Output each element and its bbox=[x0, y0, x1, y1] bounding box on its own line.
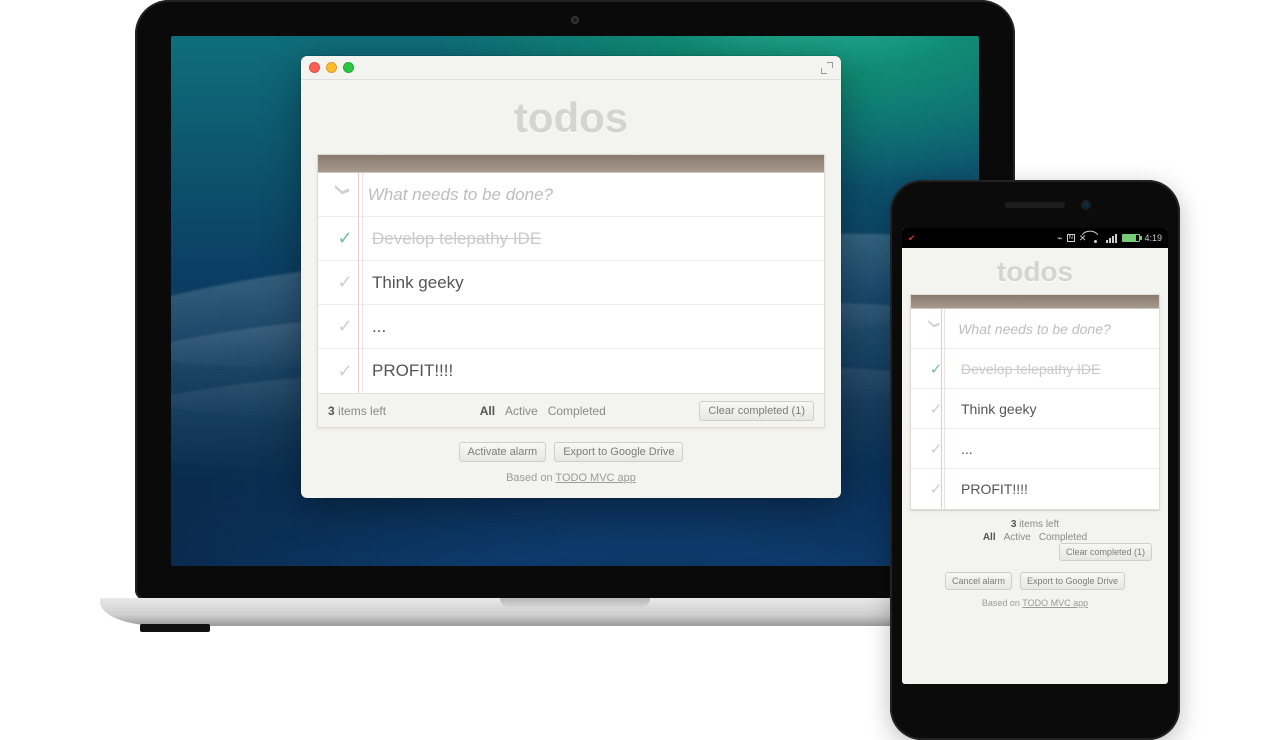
todo-sheet: ❯ What needs to be done? ✓ Develop telep… bbox=[910, 294, 1160, 510]
carrier-check-icon: ✔ bbox=[908, 233, 916, 244]
clear-completed-button[interactable]: Clear completed (1) bbox=[1059, 543, 1152, 561]
phone-screen: ✔ ⌁ N ✕ 4:19 todos ❯ What needs to be do… bbox=[902, 228, 1168, 684]
todo-item[interactable]: ✓ Develop telepathy IDE bbox=[318, 217, 824, 261]
phone-speaker bbox=[1005, 202, 1065, 208]
credit-link[interactable]: TODO MVC app bbox=[1022, 598, 1088, 608]
wifi-icon bbox=[1090, 233, 1102, 243]
filter-group: All Active Completed bbox=[918, 532, 1152, 543]
battery-icon bbox=[1122, 234, 1140, 242]
mac-app-window: todos ❯ What needs to be done? ✓ Develop… bbox=[301, 56, 841, 498]
laptop-camera bbox=[571, 16, 579, 24]
todo-sheet-footer: 3 items left All Active Completed Clear … bbox=[318, 393, 824, 427]
new-todo-input[interactable]: ❯ What needs to be done? bbox=[318, 173, 824, 217]
todo-item[interactable]: ✓ Develop telepathy IDE bbox=[911, 349, 1159, 389]
todo-item[interactable]: ✓ ... bbox=[318, 305, 824, 349]
todo-sheet: ❯ What needs to be done? ✓ Develop telep… bbox=[317, 154, 825, 428]
todo-sheet-footer: 3 items left All Active Completed Clear … bbox=[910, 510, 1160, 562]
nfc-icon: N bbox=[1067, 234, 1075, 242]
statusbar-time: 4:19 bbox=[1144, 233, 1162, 243]
filter-active[interactable]: Active bbox=[1004, 532, 1031, 543]
chevron-down-icon[interactable]: ❯ bbox=[334, 184, 351, 206]
items-left: 3 items left bbox=[918, 519, 1152, 530]
traffic-lights bbox=[309, 62, 354, 73]
todo-text: Develop telepathy IDE bbox=[947, 361, 1100, 377]
minimize-icon[interactable] bbox=[326, 62, 337, 73]
app-credit: Based on TODO MVC app bbox=[317, 472, 825, 484]
export-drive-button[interactable]: Export to Google Drive bbox=[554, 442, 683, 462]
todo-item[interactable]: ✓ PROFIT!!!! bbox=[318, 349, 824, 393]
laptop-screen: todos ❯ What needs to be done? ✓ Develop… bbox=[171, 36, 979, 566]
app-credit: Based on TODO MVC app bbox=[902, 598, 1168, 608]
bluetooth-icon: ⌁ bbox=[1057, 233, 1062, 244]
todo-text: Think geeky bbox=[947, 401, 1036, 417]
cancel-alarm-button[interactable]: Cancel alarm bbox=[945, 572, 1012, 590]
chevron-down-icon[interactable]: ❯ bbox=[928, 319, 941, 338]
new-todo-placeholder: What needs to be done? bbox=[354, 185, 553, 205]
check-icon[interactable]: ✓ bbox=[332, 316, 358, 337]
laptop-lid: todos ❯ What needs to be done? ✓ Develop… bbox=[135, 0, 1015, 600]
todo-text: PROFIT!!!! bbox=[947, 481, 1028, 497]
app-title: todos bbox=[902, 256, 1168, 288]
todo-text: ... bbox=[947, 441, 973, 457]
check-icon[interactable]: ✓ bbox=[332, 272, 358, 293]
zoom-icon[interactable] bbox=[343, 62, 354, 73]
clear-completed-button[interactable]: Clear completed (1) bbox=[699, 401, 814, 421]
new-todo-placeholder: What needs to be done? bbox=[944, 321, 1111, 337]
filter-active[interactable]: Active bbox=[505, 404, 538, 418]
phone-camera bbox=[1081, 200, 1091, 210]
filter-all[interactable]: All bbox=[983, 532, 996, 543]
todo-text: PROFIT!!!! bbox=[358, 361, 453, 381]
credit-link[interactable]: TODO MVC app bbox=[555, 472, 636, 484]
close-icon[interactable] bbox=[309, 62, 320, 73]
todo-item[interactable]: ✓ Think geeky bbox=[318, 261, 824, 305]
android-statusbar: ✔ ⌁ N ✕ 4:19 bbox=[902, 228, 1168, 248]
export-drive-button[interactable]: Export to Google Drive bbox=[1020, 572, 1125, 590]
fullscreen-icon[interactable] bbox=[821, 62, 833, 74]
todo-item[interactable]: ✓ Think geeky bbox=[911, 389, 1159, 429]
todo-item[interactable]: ✓ ... bbox=[911, 429, 1159, 469]
activate-alarm-button[interactable]: Activate alarm bbox=[459, 442, 547, 462]
todo-text: Develop telepathy IDE bbox=[358, 229, 541, 249]
filter-completed[interactable]: Completed bbox=[1039, 532, 1087, 543]
filter-all[interactable]: All bbox=[480, 404, 495, 418]
new-todo-input[interactable]: ❯ What needs to be done? bbox=[911, 309, 1159, 349]
filter-completed[interactable]: Completed bbox=[548, 404, 606, 418]
check-icon[interactable]: ✓ bbox=[332, 361, 358, 382]
filter-group: All Active Completed bbox=[480, 404, 606, 418]
items-left: 3 items left bbox=[328, 404, 386, 418]
todo-text: Think geeky bbox=[358, 273, 464, 293]
check-icon[interactable]: ✓ bbox=[332, 228, 358, 249]
phone-frame: ✔ ⌁ N ✕ 4:19 todos ❯ What needs to be do… bbox=[890, 180, 1180, 740]
app-title: todos bbox=[317, 94, 825, 142]
todo-item[interactable]: ✓ PROFIT!!!! bbox=[911, 469, 1159, 509]
signal-icon bbox=[1106, 233, 1118, 243]
mac-titlebar bbox=[301, 56, 841, 80]
